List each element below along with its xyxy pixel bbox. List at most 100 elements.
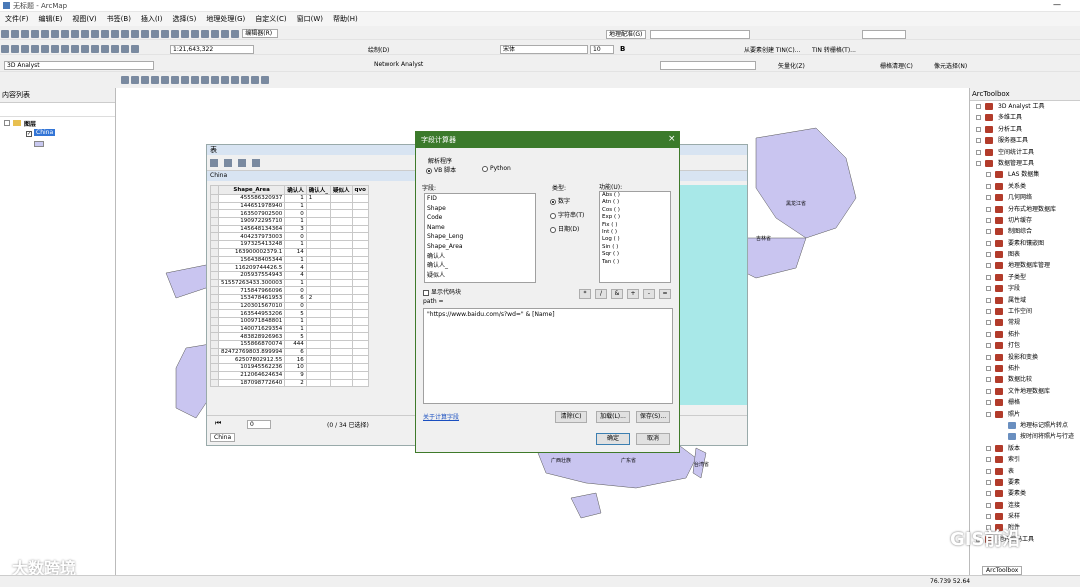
tin-raster-tool[interactable]: TIN 转栅格(T)... (812, 45, 856, 54)
toolbox-item[interactable]: 属性域 (970, 295, 1080, 306)
3d-analyst-select[interactable]: 3D Analyst (4, 61, 154, 70)
column-header[interactable]: 确认人_ (305, 185, 332, 195)
expand-icon[interactable] (986, 183, 991, 189)
row-selector[interactable] (210, 185, 219, 195)
expand-icon[interactable] (986, 263, 991, 269)
function-item[interactable]: Cos ( ) (600, 207, 670, 214)
search-box[interactable] (862, 30, 906, 39)
toolbox-item[interactable]: 要素 (970, 477, 1080, 488)
expand-icon[interactable] (986, 445, 991, 451)
table-row[interactable]: 82472769803.899994 6 (210, 347, 369, 357)
toolbox-item[interactable]: LAS 数据集 (970, 169, 1080, 180)
toolbox-item[interactable]: 地理数据库管理 (970, 260, 1080, 271)
function-item[interactable]: Fix ( ) (600, 222, 670, 229)
parser-python[interactable]: Python (482, 165, 511, 172)
toolbox-item[interactable]: 要素类 (970, 488, 1080, 499)
toolbar-icons[interactable] (0, 28, 240, 38)
table-row[interactable]: 156438405344 1 (210, 255, 369, 265)
operator-button[interactable]: = (659, 289, 671, 299)
function-item[interactable]: Sin ( ) (600, 244, 670, 251)
menu-item-6[interactable]: 地理处理(G) (201, 12, 250, 26)
expand-icon[interactable] (986, 217, 991, 223)
expand-icon[interactable] (986, 297, 991, 303)
field-item[interactable]: Name (425, 223, 535, 233)
expand-icon[interactable] (986, 195, 991, 201)
raster-clean-menu[interactable]: 栅格清理(C) (880, 61, 913, 70)
type-option[interactable]: 日期(D) (550, 223, 584, 237)
toolbox-item[interactable]: 分析工具 (970, 124, 1080, 135)
function-item[interactable]: Abs ( ) (600, 192, 670, 199)
layer-symbol[interactable] (34, 141, 44, 147)
table-row[interactable]: 190972295710 1 (210, 217, 369, 226)
table-row[interactable]: 140071629354 1 (210, 324, 369, 334)
expand-icon[interactable] (976, 126, 981, 132)
table-row[interactable]: 187098772640 2 (210, 378, 369, 388)
field-item[interactable]: Shape_Area (425, 242, 535, 252)
fontsize-select[interactable]: 10 (590, 45, 614, 54)
show-codeblock[interactable]: 显示代码块 (423, 287, 461, 296)
expand-icon[interactable] (986, 479, 991, 485)
expand-icon[interactable] (986, 274, 991, 280)
expand-icon[interactable] (986, 468, 991, 474)
function-item[interactable]: Sqr ( ) (600, 251, 670, 258)
expand-icon[interactable] (986, 240, 991, 246)
operator-button[interactable]: / (595, 289, 607, 299)
fields-list[interactable]: FID Shape Code Name Shape_Leng Shape_Area 确认人确… (424, 193, 536, 283)
column-header[interactable]: qvo (351, 185, 369, 195)
table-row[interactable]: 155866870074 444 (210, 340, 369, 349)
table-row[interactable]: 483828926963 5 (210, 332, 369, 342)
clear-button[interactable]: 清除(C) (555, 411, 587, 423)
toolbox-item[interactable]: 分布式地理数据库 (970, 204, 1080, 215)
field-item[interactable]: Shape (425, 204, 535, 214)
toolbox-item[interactable]: 制图综合 (970, 226, 1080, 237)
expand-icon[interactable] (986, 331, 991, 337)
table-row[interactable]: 205937554943 4 (210, 270, 369, 280)
menu-item-8[interactable]: 窗口(W) (292, 12, 328, 26)
field-item[interactable]: 疑似人 (425, 271, 535, 281)
georef-menu[interactable]: 地理配准(G) (606, 30, 646, 39)
load-button[interactable]: 加载(L)... (596, 411, 630, 423)
expand-icon[interactable] (976, 138, 981, 144)
table-row[interactable]: 197325413248 1 (210, 240, 369, 249)
toolbox-item[interactable]: 数据管理工具 (970, 158, 1080, 169)
toolbox-item[interactable]: 常规 (970, 317, 1080, 328)
layers-group[interactable]: 图层 (24, 119, 36, 128)
close-icon[interactable]: × (668, 134, 676, 144)
toolbox-item[interactable]: 工作空间 (970, 306, 1080, 317)
column-header[interactable]: Shape_Area (217, 185, 286, 195)
expand-icon[interactable] (986, 502, 991, 508)
table-row[interactable]: 51557263433.300003 1 (210, 278, 369, 288)
function-item[interactable]: Atn ( ) (600, 199, 670, 206)
functions-list[interactable]: Abs ( ) Atn ( ) Cos ( ) Exp ( ) Fix ( ) Int (… (599, 191, 671, 283)
table-row[interactable]: 62507802912.55 16 (210, 355, 369, 365)
cancel-button[interactable]: 取消 (636, 433, 670, 445)
toolbox-item[interactable]: 按时间将照片与行迹 (970, 431, 1080, 442)
expression-input[interactable]: "https://www.baidu.com/s?wd=" & [Name] (423, 308, 673, 404)
toolbox-item[interactable]: 服务器工具 (970, 135, 1080, 146)
expand-icon[interactable] (986, 252, 991, 258)
field-item[interactable]: 确认人_ (425, 261, 535, 271)
menu-item-1[interactable]: 编辑(E) (34, 12, 68, 26)
toolbox-item[interactable]: 空间统计工具 (970, 147, 1080, 158)
cell-select-menu[interactable]: 像元选择(N) (934, 61, 967, 70)
field-item[interactable]: Shape_Leng (425, 232, 535, 242)
standard-icons[interactable] (0, 43, 140, 53)
toolbox-item[interactable]: 采样 (970, 511, 1080, 522)
table-row[interactable]: 163507902500 0 (210, 209, 369, 219)
expand-icon[interactable] (986, 457, 991, 463)
field-item[interactable]: 确认人 (425, 252, 535, 262)
toolbox-item[interactable]: 拓扑 (970, 363, 1080, 374)
toolbox-item[interactable]: 3D Analyst 工具 (970, 101, 1080, 112)
menu-item-9[interactable]: 帮助(H) (328, 12, 363, 26)
toolbox-item[interactable]: 切片缓存 (970, 215, 1080, 226)
minimize-icon[interactable]: — (1053, 0, 1061, 9)
toolbox-item[interactable]: 拓扑 (970, 329, 1080, 340)
operator-button[interactable]: + (627, 289, 639, 299)
toolbox-item[interactable]: 多维工具 (970, 112, 1080, 123)
menu-item-3[interactable]: 书签(B) (102, 12, 136, 26)
toolbox-item[interactable]: 几何网络 (970, 192, 1080, 203)
toolbox-item[interactable]: 索引 (970, 454, 1080, 465)
vectorize-menu[interactable]: 矢量化(Z) (778, 61, 805, 70)
expand-icon[interactable] (986, 309, 991, 315)
toolbox-item[interactable]: 连接 (970, 500, 1080, 511)
